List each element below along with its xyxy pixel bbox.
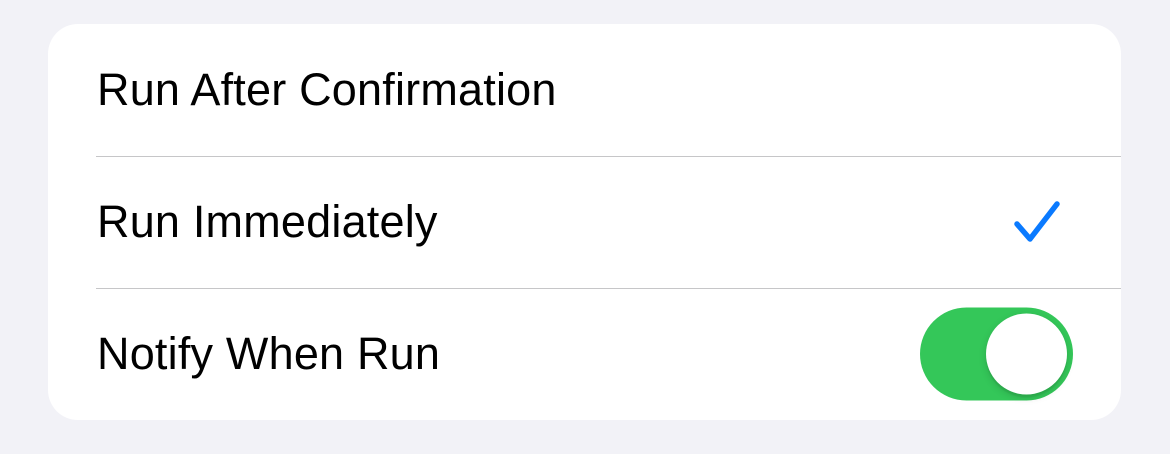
- run-after-confirmation-label: Run After Confirmation: [97, 64, 557, 115]
- checkmark-icon: [1014, 201, 1060, 242]
- notify-when-run-label: Notify When Run: [97, 328, 441, 379]
- run-immediately-row[interactable]: Run Immediately: [48, 156, 1121, 288]
- run-after-confirmation-row[interactable]: Run After Confirmation: [48, 24, 1121, 156]
- toggle-knob: [986, 313, 1067, 395]
- notify-when-run-toggle[interactable]: [920, 307, 1073, 401]
- notify-when-run-row: Notify When Run: [48, 288, 1121, 420]
- run-options-group: Run After Confirmation Run Immediately N…: [48, 24, 1121, 420]
- run-immediately-label: Run Immediately: [97, 196, 438, 247]
